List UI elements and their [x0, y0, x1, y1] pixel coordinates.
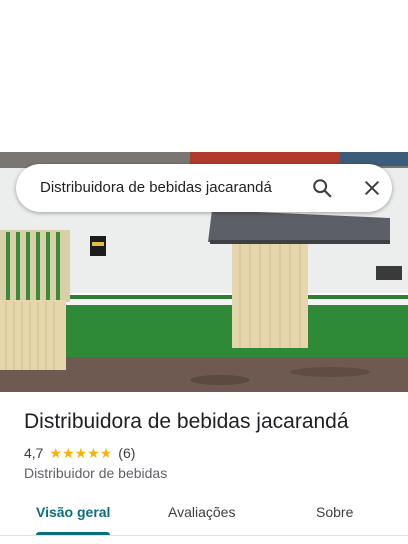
tab-bar: Visão geral Avaliações Sobre: [0, 490, 408, 538]
search-icon: [313, 179, 332, 198]
star-half-icon: ★: [99, 445, 113, 461]
search-input[interactable]: Distribuidora de bebidas jacarandá: [40, 179, 272, 196]
star-icon: ★: [74, 445, 88, 461]
rating-row[interactable]: 4,7 ★ ★ ★ ★ ★ (6): [24, 444, 135, 462]
tab-about[interactable]: Sobre: [316, 504, 353, 520]
search-button[interactable]: [306, 172, 338, 204]
search-bar[interactable]: Distribuidora de bebidas jacarandá: [16, 164, 392, 212]
star-icon: ★: [49, 445, 63, 461]
close-icon: [365, 181, 379, 195]
rating-stars: ★ ★ ★ ★ ★: [49, 446, 112, 460]
rating-value: 4,7: [24, 445, 44, 461]
place-title: Distribuidora de bebidas jacarandá: [24, 410, 349, 433]
tabs-divider: [0, 535, 408, 536]
tab-reviews[interactable]: Avaliações: [168, 504, 235, 520]
star-icon: ★: [87, 445, 100, 461]
tab-overview[interactable]: Visão geral: [36, 504, 110, 520]
review-count[interactable]: (6): [118, 445, 135, 461]
active-tab-indicator: [36, 532, 110, 535]
star-icon: ★: [62, 445, 75, 461]
place-category: Distribuidor de bebidas: [24, 465, 168, 481]
close-button[interactable]: [356, 172, 388, 204]
